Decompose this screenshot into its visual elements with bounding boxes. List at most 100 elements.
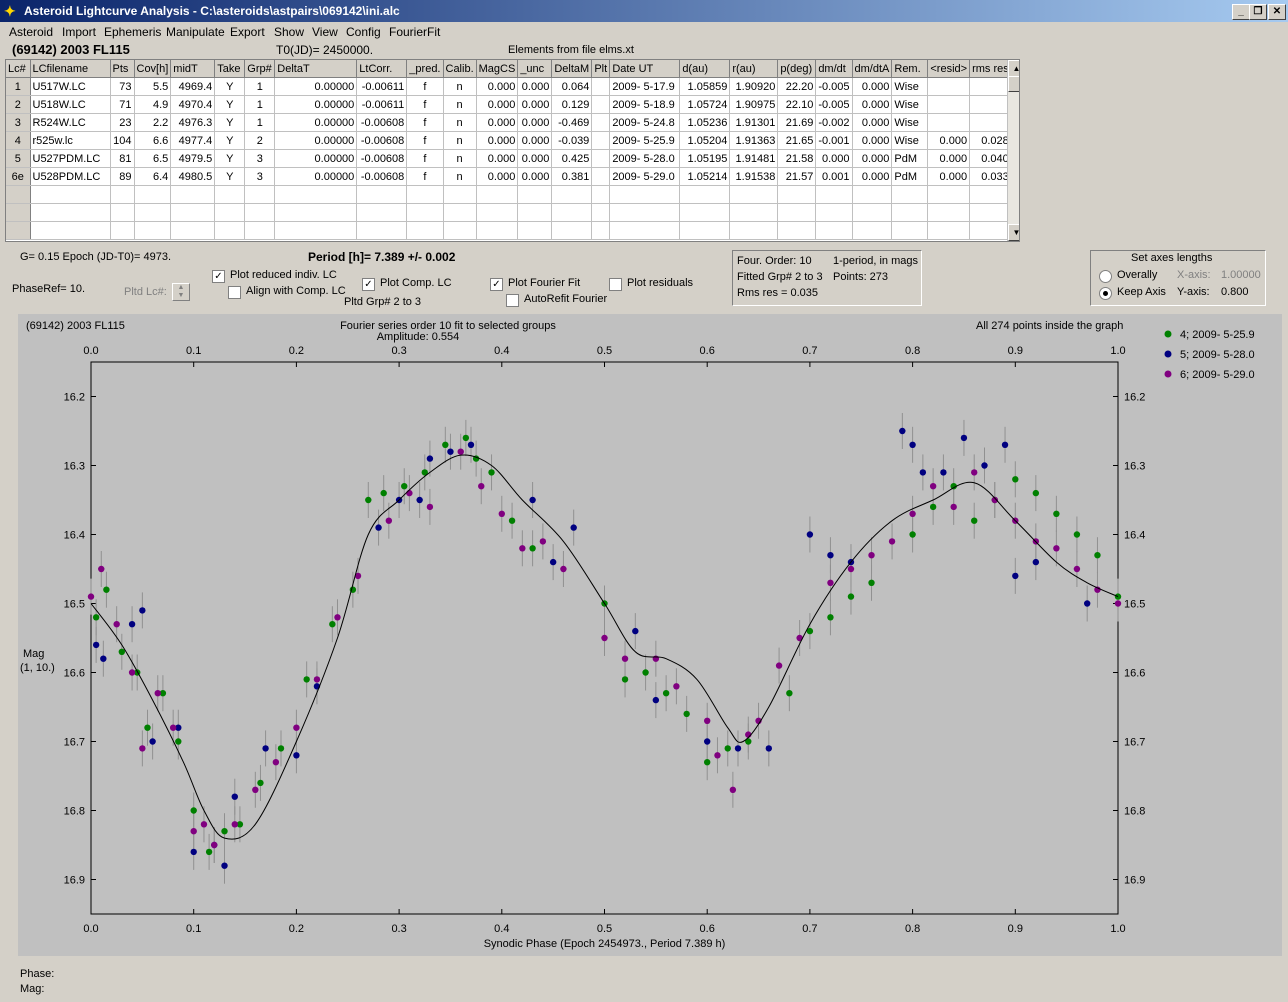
table-cell[interactable] [927, 95, 971, 114]
keep-axis-radio[interactable] [1099, 287, 1112, 300]
table-cell[interactable] [679, 203, 731, 222]
table-cell[interactable] [679, 185, 731, 204]
table-cell[interactable]: 1.05204 [679, 131, 731, 150]
table-cell[interactable] [815, 203, 853, 222]
table-cell[interactable]: 89 [110, 167, 135, 186]
table-cell[interactable]: f [406, 77, 444, 96]
table-cell[interactable] [443, 221, 477, 240]
column-header[interactable]: Take [214, 60, 246, 78]
table-row[interactable]: 3 R524W.LC 23 2.2 4976.3 Y 1 0.00000 -0.00608 f n 0… [6, 113, 1012, 132]
table-cell[interactable] [110, 203, 135, 222]
table-cell[interactable]: Wise [891, 95, 929, 114]
close-button[interactable]: ✕ [1268, 4, 1286, 20]
table-cell[interactable]: 1.05724 [679, 95, 731, 114]
table-cell[interactable] [609, 203, 681, 222]
table-cell[interactable] [969, 113, 1012, 132]
table-cell[interactable]: 0.00000 [274, 77, 358, 96]
table-cell[interactable]: 0.000 [476, 131, 519, 150]
table-cell[interactable] [969, 203, 1012, 222]
table-cell[interactable] [852, 203, 893, 222]
table-cell[interactable]: Y [214, 149, 246, 168]
autorefit-checkbox[interactable] [506, 294, 519, 307]
table-cell[interactable]: 0.040 [969, 149, 1012, 168]
table-cell[interactable] [591, 77, 611, 96]
table-cell[interactable]: 22.10 [777, 95, 817, 114]
table-cell[interactable]: 4970.4 [170, 95, 216, 114]
table-row[interactable]: 5 U527PDM.LC 81 6.5 4979.5 Y 3 0.00000 -0.00608 f… [6, 149, 1012, 168]
table-cell[interactable]: U517W.LC [30, 77, 111, 96]
table-cell[interactable] [406, 221, 444, 240]
table-cell[interactable]: 1.05195 [679, 149, 731, 168]
row-header[interactable]: 2 [6, 95, 31, 114]
table-cell[interactable] [356, 185, 408, 204]
table-cell[interactable]: n [443, 167, 477, 186]
table-cell[interactable]: 0.000 [927, 149, 971, 168]
table-cell[interactable]: 2009- 5-29.0 [609, 167, 681, 186]
table-cell[interactable] [891, 221, 929, 240]
lightcurve-plot[interactable]: 0.0 0.0 0.1 0.1 0.2 0.2 0.3 0.3 0.4 0.4 0.5 0.5 0.6 0… [18, 314, 1282, 956]
column-header[interactable]: _pred. [406, 60, 444, 78]
table-cell[interactable]: f [406, 95, 444, 114]
table-cell[interactable]: 4977.4 [170, 131, 216, 150]
table-cell[interactable] [591, 95, 611, 114]
table-cell[interactable] [609, 221, 681, 240]
table-row-empty[interactable] [6, 203, 1012, 222]
menu-export[interactable]: Export [230, 25, 265, 39]
yaxis-value[interactable]: 0.800 [1221, 286, 1249, 298]
table-cell[interactable]: 0.00000 [274, 95, 358, 114]
table-cell[interactable]: -0.005 [815, 77, 853, 96]
table-cell[interactable]: Y [214, 95, 246, 114]
table-cell[interactable] [969, 95, 1012, 114]
table-cell[interactable]: -0.039 [551, 131, 593, 150]
table-cell[interactable] [274, 185, 358, 204]
table-cell[interactable]: R524W.LC [30, 113, 111, 132]
table-row[interactable]: 6e U528PDM.LC 89 6.4 4980.5 Y 3 0.00000 -0.00608… [6, 167, 1012, 186]
row-header[interactable] [6, 185, 31, 204]
table-cell[interactable]: 104 [110, 131, 135, 150]
column-header[interactable]: Lc# [6, 60, 31, 78]
table-cell[interactable]: 0.381 [551, 167, 593, 186]
table-cell[interactable]: 1.91301 [729, 113, 779, 132]
row-header[interactable] [6, 221, 31, 240]
column-header[interactable]: Rem. [891, 60, 929, 78]
table-cell[interactable]: 4976.3 [170, 113, 216, 132]
table-cell[interactable] [777, 221, 817, 240]
lightcurve-table[interactable]: Lc# LCfilename Pts Cov[h] midT Take Grp# DeltaT… [5, 59, 1020, 242]
table-cell[interactable]: U527PDM.LC [30, 149, 111, 168]
table-cell[interactable]: 0.00000 [274, 113, 358, 132]
table-cell[interactable]: 0.064 [551, 77, 593, 96]
table-cell[interactable]: 1.91363 [729, 131, 779, 150]
table-cell[interactable] [517, 203, 553, 222]
row-header[interactable]: 1 [6, 77, 31, 96]
table-cell[interactable] [591, 113, 611, 132]
table-row-empty[interactable] [6, 221, 1012, 240]
table-cell[interactable] [134, 221, 172, 240]
table-cell[interactable]: Wise [891, 113, 929, 132]
table-cell[interactable]: 4979.5 [170, 149, 216, 168]
table-cell[interactable]: 1 [244, 77, 276, 96]
table-cell[interactable]: 81 [110, 149, 135, 168]
table-cell[interactable] [110, 185, 135, 204]
table-cell[interactable] [969, 221, 1012, 240]
table-row-empty[interactable] [6, 185, 1012, 204]
table-cell[interactable]: 0.001 [815, 167, 853, 186]
table-cell[interactable]: 0.000 [852, 131, 893, 150]
table-cell[interactable] [214, 203, 246, 222]
table-cell[interactable]: 0.000 [476, 95, 519, 114]
table-cell[interactable]: f [406, 149, 444, 168]
table-cell[interactable]: U518W.LC [30, 95, 111, 114]
table-cell[interactable]: 1.05859 [679, 77, 731, 96]
table-cell[interactable] [591, 203, 611, 222]
table-cell[interactable]: Y [214, 113, 246, 132]
scroll-down-icon[interactable]: ▼ [1008, 224, 1019, 241]
table-cell[interactable] [591, 221, 611, 240]
table-cell[interactable]: 23 [110, 113, 135, 132]
table-cell[interactable]: -0.001 [815, 131, 853, 150]
pltd-lc-spinner[interactable]: ▲ ▼ [172, 283, 190, 301]
column-header[interactable]: p(deg) [777, 60, 817, 78]
table-cell[interactable]: 73 [110, 77, 135, 96]
table-cell[interactable]: 1.91538 [729, 167, 779, 186]
plot-residuals-checkbox[interactable] [609, 278, 622, 291]
table-cell[interactable] [591, 185, 611, 204]
menu-view[interactable]: View [312, 25, 338, 39]
